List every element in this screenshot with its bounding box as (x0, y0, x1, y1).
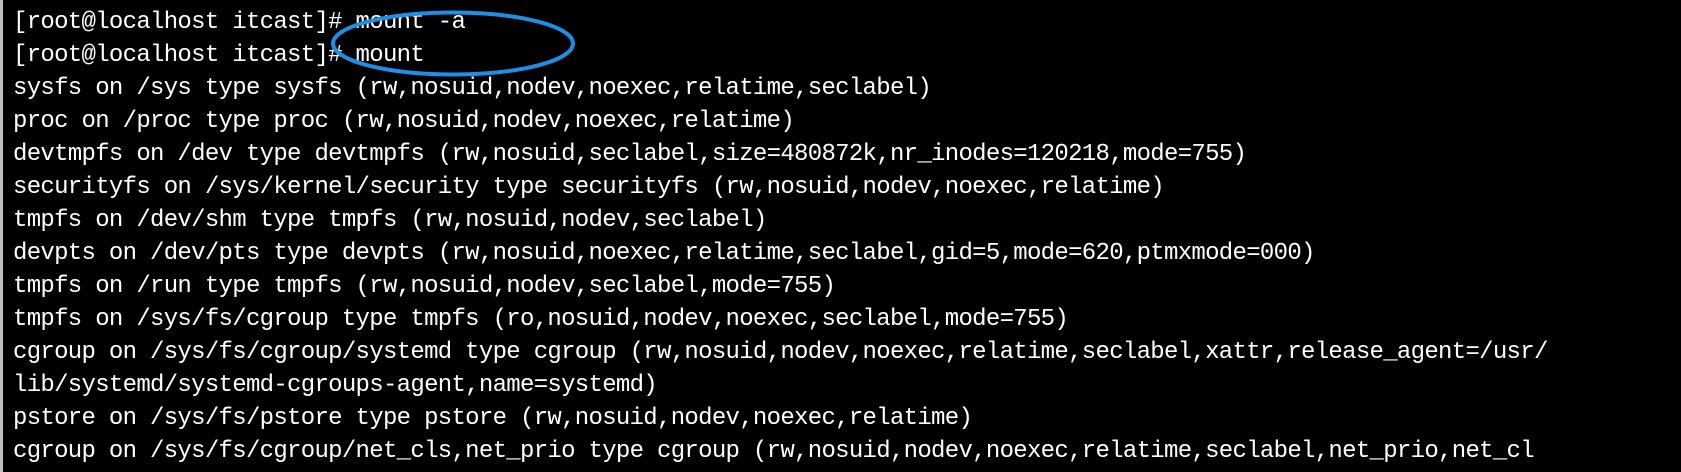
terminal-output: [root@localhost itcast]# mount -a [root@… (13, 6, 1548, 468)
terminal-line: devpts on /dev/pts type devpts (rw,nosui… (13, 240, 1315, 267)
terminal-line: cgroup on /sys/fs/cgroup/systemd type cg… (13, 339, 1548, 366)
terminal-line-prompt-mount-a: [root@localhost itcast]# mount -a (13, 9, 466, 36)
terminal-line: tmpfs on /run type tmpfs (rw,nosuid,node… (13, 273, 836, 300)
terminal-line: tmpfs on /dev/shm type tmpfs (rw,nosuid,… (13, 207, 767, 234)
terminal-line: lib/systemd/systemd-cgroups-agent,name=s… (13, 372, 658, 399)
terminal-line: proc on /proc type proc (rw,nosuid,nodev… (13, 108, 795, 135)
terminal-line: securityfs on /sys/kernel/security type … (13, 174, 1165, 201)
terminal-line: pstore on /sys/fs/pstore type pstore (rw… (13, 405, 973, 432)
terminal-line-prompt-mount: [root@localhost itcast]# mount (13, 42, 425, 69)
terminal-left-border (0, 0, 3, 472)
terminal-line: cgroup on /sys/fs/cgroup/net_cls,net_pri… (13, 438, 1535, 465)
terminal-line: sysfs on /sys type sysfs (rw,nosuid,node… (13, 75, 932, 102)
terminal-window[interactable]: [root@localhost itcast]# mount -a [root@… (0, 0, 1681, 472)
terminal-line: tmpfs on /sys/fs/cgroup type tmpfs (ro,n… (13, 306, 1069, 333)
terminal-line: devtmpfs on /dev type devtmpfs (rw,nosui… (13, 141, 1247, 168)
